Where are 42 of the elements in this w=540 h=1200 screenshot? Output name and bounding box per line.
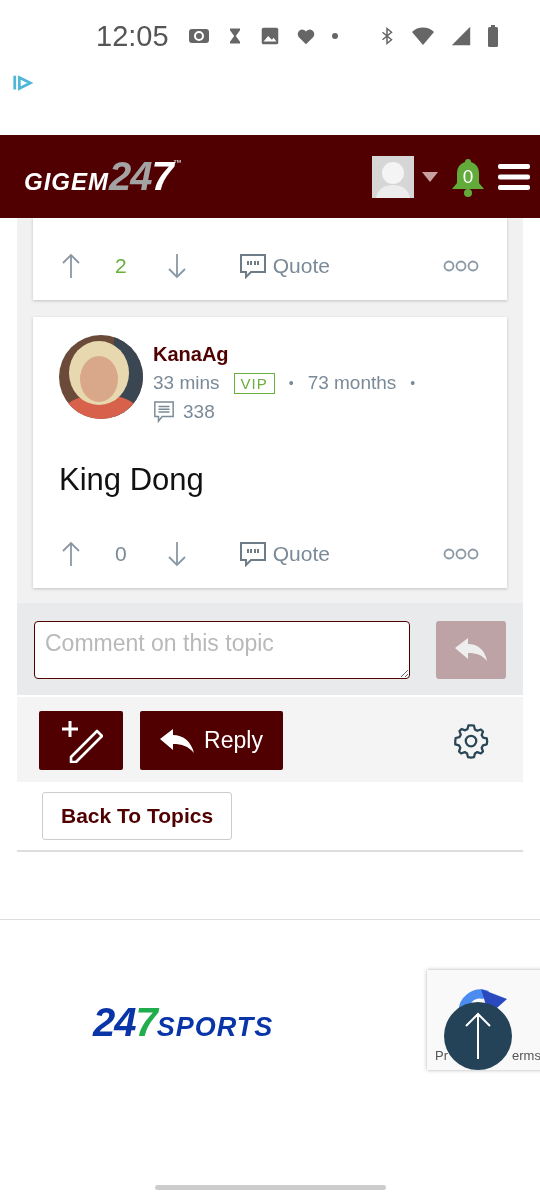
signal-icon [450, 25, 472, 47]
separator-dot: • [410, 375, 416, 391]
post-time: 33 mins [153, 372, 220, 394]
add-pencil-icon [59, 718, 103, 763]
upvote-icon[interactable] [61, 252, 81, 280]
author-name[interactable]: KanaAg [153, 343, 416, 366]
downvote-icon[interactable] [166, 540, 187, 568]
post-count: 338 [183, 401, 215, 423]
vote-score: 0 [115, 542, 127, 566]
menu-icon[interactable] [498, 163, 530, 190]
comment-field[interactable]: Comment on this topic [34, 621, 410, 679]
more-options-icon[interactable] [443, 260, 479, 272]
battery-icon [486, 24, 500, 48]
caret-icon[interactable] [422, 171, 438, 182]
member-tenure: 73 months [307, 372, 397, 394]
upvote-icon[interactable] [61, 540, 81, 568]
comment-icon [153, 400, 175, 424]
settings-icon[interactable] [453, 722, 489, 759]
terms-link[interactable]: erms [512, 1048, 540, 1063]
quote-button[interactable]: Quote [238, 541, 330, 567]
separator-dot: • [288, 375, 294, 391]
downvote-icon[interactable] [166, 252, 187, 280]
footer-logo[interactable]: 247SPORTS [93, 1000, 274, 1045]
send-button[interactable] [436, 621, 506, 679]
post-body: King Dong [59, 462, 205, 498]
new-topic-button[interactable] [39, 711, 123, 770]
reply-arrow-icon [455, 638, 487, 662]
reply-button[interactable]: Reply [140, 711, 283, 770]
privacy-link[interactable]: Pr [435, 1048, 448, 1063]
back-to-topics-button[interactable]: Back To Topics [42, 792, 233, 840]
user-avatar-icon[interactable] [372, 155, 414, 198]
more-options-icon[interactable] [443, 548, 479, 560]
quote-button[interactable]: Quote [238, 253, 330, 279]
dot-icon [330, 32, 339, 40]
vip-badge: VIP [233, 372, 275, 394]
quote-icon [238, 253, 267, 279]
site-logo[interactable]: GIGEM247$^{™}$ [24, 154, 182, 199]
clock: 12:05 [96, 19, 169, 53]
up-arrow-icon [463, 1011, 493, 1061]
quote-icon [238, 541, 267, 567]
reply-arrow-icon [160, 728, 195, 753]
vote-score: 2 [115, 254, 127, 278]
